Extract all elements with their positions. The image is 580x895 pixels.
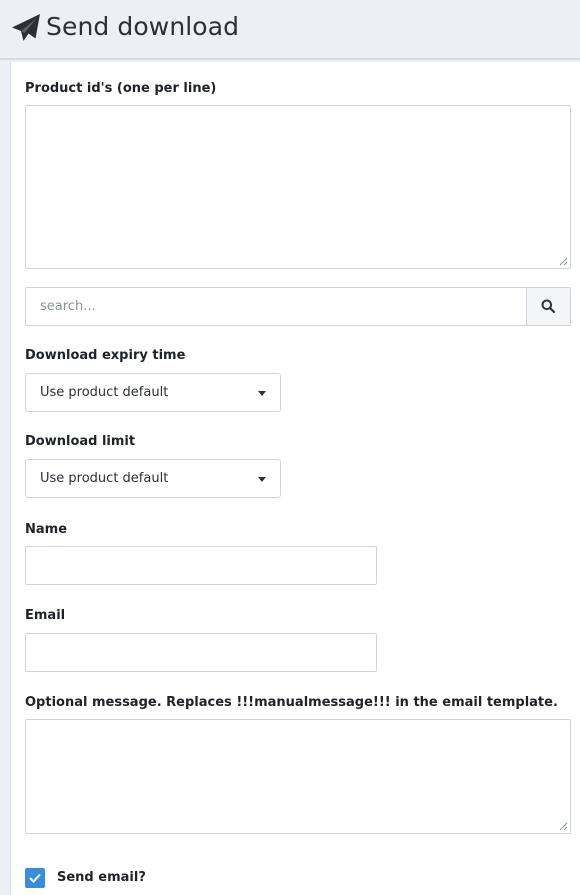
paper-plane-icon bbox=[12, 14, 40, 41]
caret-down-icon bbox=[258, 391, 266, 396]
search-icon bbox=[541, 299, 555, 313]
product-search bbox=[25, 287, 571, 326]
search-button[interactable] bbox=[526, 288, 570, 325]
caret-down-icon bbox=[258, 477, 266, 482]
email-label: Email bbox=[25, 608, 66, 623]
send-download-form: Product id's (one per line) Download exp… bbox=[10, 62, 580, 895]
resize-grip-icon[interactable] bbox=[559, 822, 568, 831]
expiry-selected-value: Use product default bbox=[40, 385, 169, 400]
limit-select[interactable]: Use product default bbox=[25, 459, 281, 498]
product-ids-wrapper bbox=[25, 105, 571, 269]
resize-grip-icon[interactable] bbox=[559, 257, 568, 266]
check-icon bbox=[29, 873, 41, 883]
expiry-select[interactable]: Use product default bbox=[25, 373, 281, 412]
name-input[interactable] bbox=[25, 546, 377, 585]
product-ids-label: Product id's (one per line) bbox=[25, 81, 217, 96]
message-wrapper bbox=[25, 719, 571, 834]
send-email-checkbox[interactable] bbox=[25, 868, 45, 888]
send-email-label[interactable]: Send email? bbox=[57, 869, 146, 887]
limit-label: Download limit bbox=[25, 434, 136, 449]
limit-selected-value: Use product default bbox=[40, 471, 169, 486]
page-title: Send download bbox=[46, 12, 240, 41]
expiry-label: Download expiry time bbox=[25, 348, 186, 363]
name-label: Name bbox=[25, 522, 68, 537]
page-header: Send download bbox=[0, 0, 580, 60]
product-ids-textarea[interactable] bbox=[25, 105, 571, 269]
search-input[interactable] bbox=[26, 288, 526, 325]
email-input[interactable] bbox=[25, 633, 377, 672]
message-textarea[interactable] bbox=[25, 719, 571, 834]
message-label: Optional message. Replaces !!!manualmess… bbox=[25, 695, 558, 710]
